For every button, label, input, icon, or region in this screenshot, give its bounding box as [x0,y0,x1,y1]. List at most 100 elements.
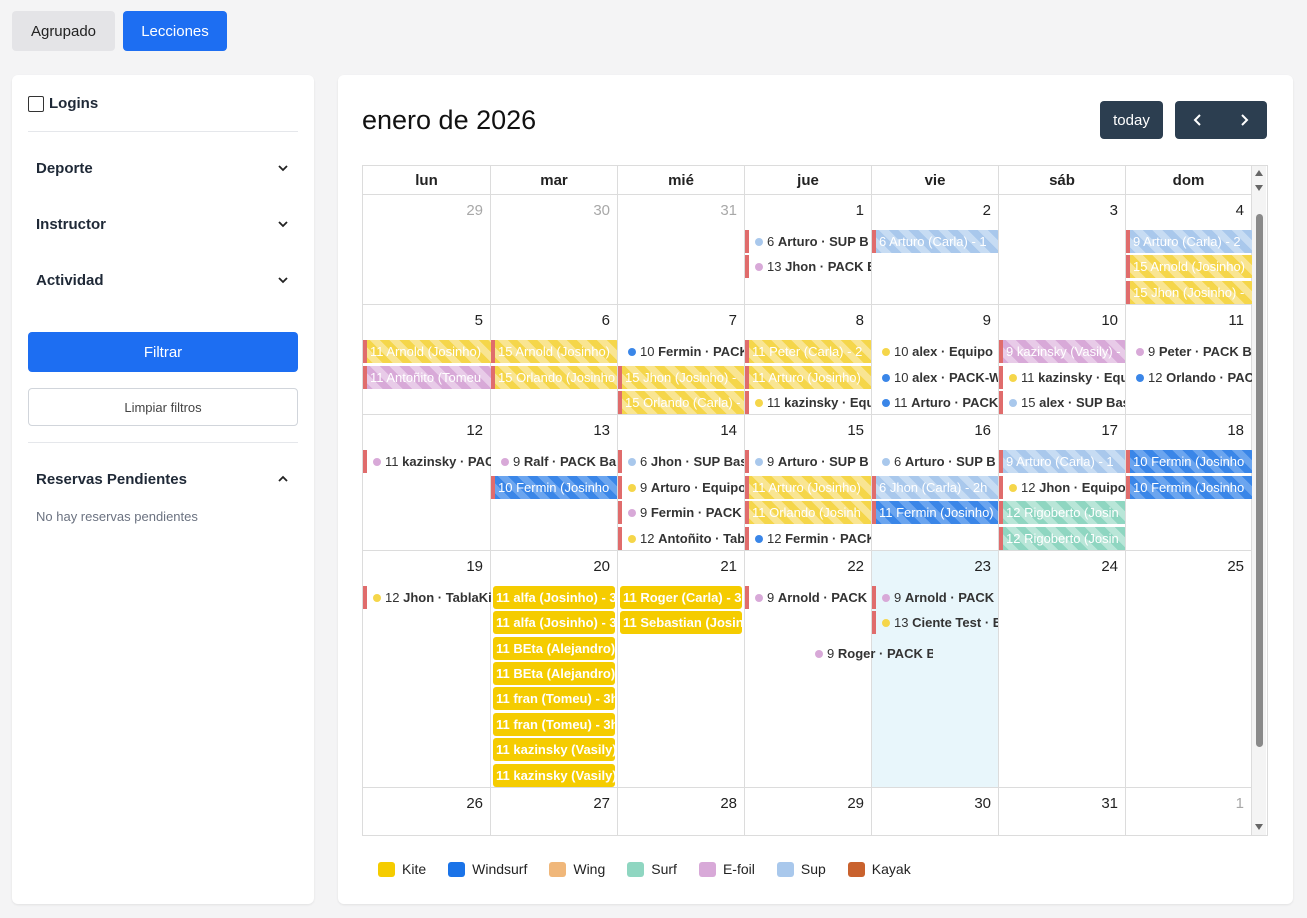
lesson-event[interactable]: 11 Arnold (Josinho) [363,340,491,363]
day-number[interactable]: 16 [974,422,991,439]
lesson-event[interactable]: 15 Arnold (Josinho) [491,340,617,363]
checkbox-icon[interactable] [28,95,44,112]
day-number[interactable]: 3 [1110,202,1118,219]
day-cell[interactable]: 28 [618,788,745,835]
scroll-down-icon[interactable] [1255,185,1263,191]
lesson-event[interactable]: 12 Orlando · PAC [1126,366,1252,389]
day-number[interactable]: 1 [856,202,864,219]
tab-agrupado[interactable]: Agrupado [12,11,115,51]
day-number[interactable]: 11 [1228,312,1244,329]
filter-instructor[interactable]: Instructor [36,212,290,236]
day-cell[interactable]: 31 [999,788,1126,835]
lesson-event[interactable]: 15 Arnold (Josinho) [1126,255,1252,278]
lesson-event[interactable]: 11 Peter (Carla) - 2 [745,340,871,363]
lesson-event[interactable]: 13 Ciente Test · E [872,611,998,634]
lesson-event[interactable]: 9 Arturo (Carla) - 1 [999,450,1125,473]
lesson-event[interactable]: 15 Orlando (Josinho [491,366,617,389]
lesson-event[interactable]: 12 Jhon · TablaKi [363,586,491,609]
day-cell[interactable]: 30 [491,195,618,305]
day-number[interactable]: 13 [593,422,610,439]
lesson-event[interactable]: 11 Arturo · PACK [872,391,998,414]
day-cell[interactable]: 29 [363,195,491,305]
day-number[interactable]: 30 [593,202,610,219]
lesson-event[interactable]: 6 Jhon · SUP Bas [618,450,744,473]
lesson-event[interactable]: 9 kazinsky (Vasily) - [999,340,1125,363]
day-number[interactable]: 4 [1236,202,1244,219]
lesson-event[interactable]: 11 Orlando (Josinh [745,501,871,524]
day-number[interactable]: 10 [1101,312,1118,329]
lesson-event[interactable]: 10 Fermin (Josinho [1126,450,1252,473]
day-cell[interactable]: 24 [999,551,1126,788]
lesson-event[interactable]: 6 Arturo (Carla) - 1 [872,230,998,253]
lesson-event[interactable]: 6 Arturo · SUP B [745,230,871,253]
lesson-event[interactable]: 11 kazinsky · Equ [745,391,871,414]
lesson-event[interactable]: 11 alfa (Josinho) - 3l [493,611,615,634]
day-number[interactable]: 1 [1236,795,1244,812]
day-number[interactable]: 24 [1101,558,1118,575]
day-number[interactable]: 20 [593,558,610,575]
lesson-event[interactable]: 13 Jhon · PACK E [745,255,871,278]
lesson-event[interactable]: 11 kazinsky · Equ [999,366,1125,389]
day-number[interactable]: 25 [1227,558,1244,575]
lesson-event[interactable]: 11 alfa (Josinho) - 3l [493,586,615,609]
lesson-event[interactable]: 10 Fermin · PACK [618,340,744,363]
lesson-event[interactable]: 11 fran (Tomeu) - 3h [493,687,615,710]
today-button[interactable]: today [1100,101,1163,139]
lesson-event[interactable]: 15 Orlando (Carla) - [618,391,744,414]
lesson-event[interactable]: 9 Roger · PACK Ba [805,642,933,665]
day-number[interactable]: 6 [602,312,610,329]
lesson-event[interactable]: 10 alex · PACK-W [872,366,998,389]
lesson-event[interactable]: 11 Arturo (Josinho) [745,366,871,389]
day-number[interactable]: 19 [466,558,483,575]
lesson-event[interactable]: 11 BEta (Alejandro) - [493,637,615,660]
lesson-event[interactable]: 9 Fermin · PACK [618,501,744,524]
day-number[interactable]: 21 [720,558,737,575]
day-cell[interactable]: 25 [1126,551,1252,788]
next-month-button[interactable] [1221,101,1267,139]
day-cell[interactable]: 1 [1126,788,1252,835]
filtrar-button[interactable]: Filtrar [28,332,298,372]
lesson-event[interactable]: 11 BEta (Alejandro) - [493,662,615,685]
day-number[interactable]: 2 [983,202,991,219]
day-number[interactable]: 15 [847,422,864,439]
lesson-event[interactable]: 9 Arturo (Carla) - 2 [1126,230,1252,253]
calendar-scrollbar[interactable] [1252,166,1266,835]
lesson-event[interactable]: 11 Fermin (Josinho) [872,501,998,524]
lesson-event[interactable]: 12 Rigoberto (Josin [999,501,1125,524]
day-cell[interactable]: 31 [618,195,745,305]
day-number[interactable]: 9 [983,312,991,329]
lesson-event[interactable]: 11 kazinsky · PAC [363,450,491,473]
lesson-event[interactable]: 11 fran (Tomeu) - 3h [493,713,615,736]
lesson-event[interactable]: 11 Sebastian (Josinh [620,611,742,634]
day-cell[interactable]: 3 [999,195,1126,305]
lesson-event[interactable]: 11 kazinsky (Vasily) - [493,738,615,761]
lesson-event[interactable]: 9 Arnold · PACK [745,586,871,609]
lesson-event[interactable]: 15 alex · SUP Bas [999,391,1125,414]
day-number[interactable]: 17 [1101,422,1118,439]
lesson-event[interactable]: 11 kazinsky (Vasily) - [493,764,615,787]
lesson-event[interactable]: 9 Arturo · Equipo [618,476,744,499]
filter-actividad[interactable]: Actividad [36,268,290,292]
reservas-pendientes-toggle[interactable]: Reservas Pendientes [36,467,290,491]
day-number[interactable]: 14 [720,422,737,439]
lesson-event[interactable]: 6 Arturo · SUP B [872,450,998,473]
day-number[interactable]: 18 [1227,422,1244,439]
day-number[interactable]: 7 [729,312,737,329]
day-number[interactable]: 29 [466,202,483,219]
day-number[interactable]: 22 [847,558,864,575]
day-number[interactable]: 5 [475,312,483,329]
lesson-event[interactable]: 11 Roger (Carla) - 3l [620,586,742,609]
filter-deporte[interactable]: Deporte [36,156,290,180]
day-number[interactable]: 28 [720,795,737,812]
lesson-event[interactable]: 12 Fermin · PACK [745,527,871,550]
scroll-up-icon[interactable] [1255,170,1263,176]
day-cell[interactable]: 29 [745,788,872,835]
lesson-event[interactable]: 9 Peter · PACK B [1126,340,1252,363]
day-number[interactable]: 26 [466,795,483,812]
lesson-event[interactable]: 15 Jhon (Josinho) - [1126,281,1252,304]
day-number[interactable]: 12 [466,422,483,439]
day-number[interactable]: 29 [847,795,864,812]
lesson-event[interactable]: 11 Antoñito (Tomeu [363,366,491,389]
lesson-event[interactable]: 10 Fermin (Josinho [1126,476,1252,499]
limpiar-filtros-button[interactable]: Limpiar filtros [28,388,298,426]
